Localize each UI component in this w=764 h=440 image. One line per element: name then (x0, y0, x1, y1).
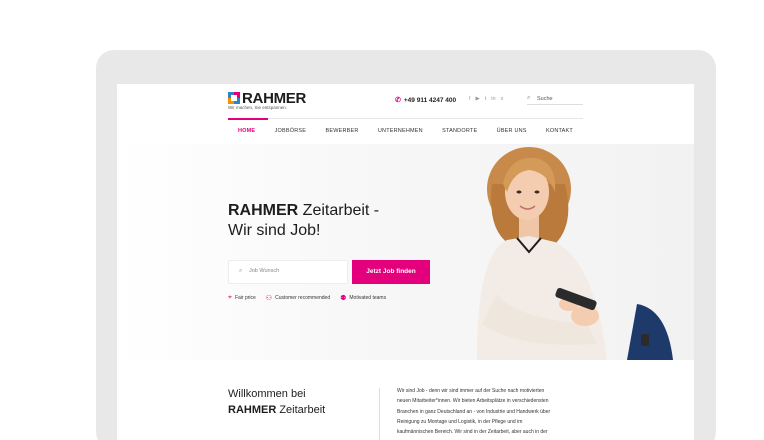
main-nav: HOME JOBBÖRSE BEWERBER UNTERNEHMEN STAND… (228, 119, 583, 143)
nav-item-bewerber[interactable]: BEWERBER (325, 128, 358, 134)
phone-link[interactable]: ✆ +49 911 4247 400 (395, 96, 456, 104)
price-tag-icon: ⌖ (228, 294, 232, 301)
linkedin-icon[interactable]: in (491, 96, 495, 102)
facebook-icon[interactable]: f (469, 96, 471, 102)
welcome-text-line: kaufmännischen Bereich. Wir sind in der … (397, 429, 548, 436)
search-box: ⌕ (527, 95, 583, 105)
feature-item: ⌖ Fair price (228, 294, 256, 302)
phone-icon: ✆ (395, 97, 401, 104)
logo-mark-icon (228, 92, 240, 104)
welcome-title-bold: RAHMER (228, 404, 277, 416)
welcome-title-line1: Willkommen bei (228, 388, 306, 400)
find-job-button[interactable]: Jetzt Job finden (352, 260, 430, 284)
hero-section: RAHMER Zeitarbeit - Wir sind Job! ⌕ Jetz… (117, 144, 694, 360)
hero-title-bold: RAHMER (228, 202, 299, 219)
welcome-divider (379, 388, 380, 440)
job-search-field: ⌕ (228, 260, 348, 284)
welcome-text: Wir sind Job - denn wir sind immer auf d… (397, 386, 587, 437)
logo-tagline: Wir machen, Sie entspannen. (228, 105, 288, 110)
team-icon: ⚉ (340, 295, 347, 302)
nav-item-unternehmen[interactable]: UNTERNEHMEN (378, 128, 423, 134)
feature-item: ⚉ Motivated teams (340, 294, 386, 302)
feature-label: Customer recommended (275, 295, 331, 301)
search-icon[interactable]: ⌕ (527, 95, 530, 102)
twitter-icon[interactable]: t (485, 96, 487, 102)
nav-item-home[interactable]: HOME (238, 128, 255, 134)
welcome-text-line: Branchen in ganz Deutschland an - von In… (397, 408, 551, 415)
feature-label: Motivated teams (349, 295, 387, 301)
nav-item-ueber-uns[interactable]: ÜBER UNS (497, 128, 527, 134)
hero-title: RAHMER Zeitarbeit - Wir sind Job! (228, 201, 379, 241)
site-header: RAHMER Wir machen, Sie entspannen. ✆ +49 … (117, 84, 694, 120)
welcome-text-line: Wir sind Job - denn wir sind immer auf d… (397, 388, 545, 394)
search-input[interactable] (537, 95, 581, 103)
welcome-text-line: neuen Mitarbeiter*innen. Wir bieten Arbe… (397, 398, 549, 405)
youtube-icon[interactable]: ▶ (476, 96, 480, 102)
welcome-title-rest: Zeitarbeit (276, 404, 326, 416)
hero-woman-image (477, 147, 673, 360)
job-wish-input[interactable] (249, 268, 339, 274)
feature-list: ⌖ Fair price ⚇ Customer recommended ⚉ Mo… (228, 294, 386, 302)
xing-icon[interactable]: x (501, 96, 504, 102)
feature-item: ⚇ Customer recommended (266, 294, 330, 302)
user-icon: ⚇ (265, 295, 273, 302)
nav-item-kontakt[interactable]: KONTAKT (546, 128, 573, 134)
welcome-title: Willkommen bei RAHMER Zeitarbeit (228, 386, 325, 418)
search-icon: ⌕ (239, 268, 243, 274)
nav-item-jobboerse[interactable]: JOBBÖRSE (275, 128, 307, 134)
website-screen: RAHMER Wir machen, Sie entspannen. ✆ +49 … (117, 84, 694, 440)
hero-title-line2: Wir sind Job! (228, 222, 321, 239)
social-links: f ▶ t in x (469, 96, 503, 102)
feature-label: Fair price (234, 295, 256, 301)
welcome-text-line: Reinigung zu Montage und Logistik, in de… (397, 418, 523, 425)
hero-title-rest: Zeitarbeit - (298, 202, 380, 219)
nav-item-standorte[interactable]: STANDORTE (442, 128, 477, 134)
phone-number: +49 911 4247 400 (403, 97, 457, 104)
